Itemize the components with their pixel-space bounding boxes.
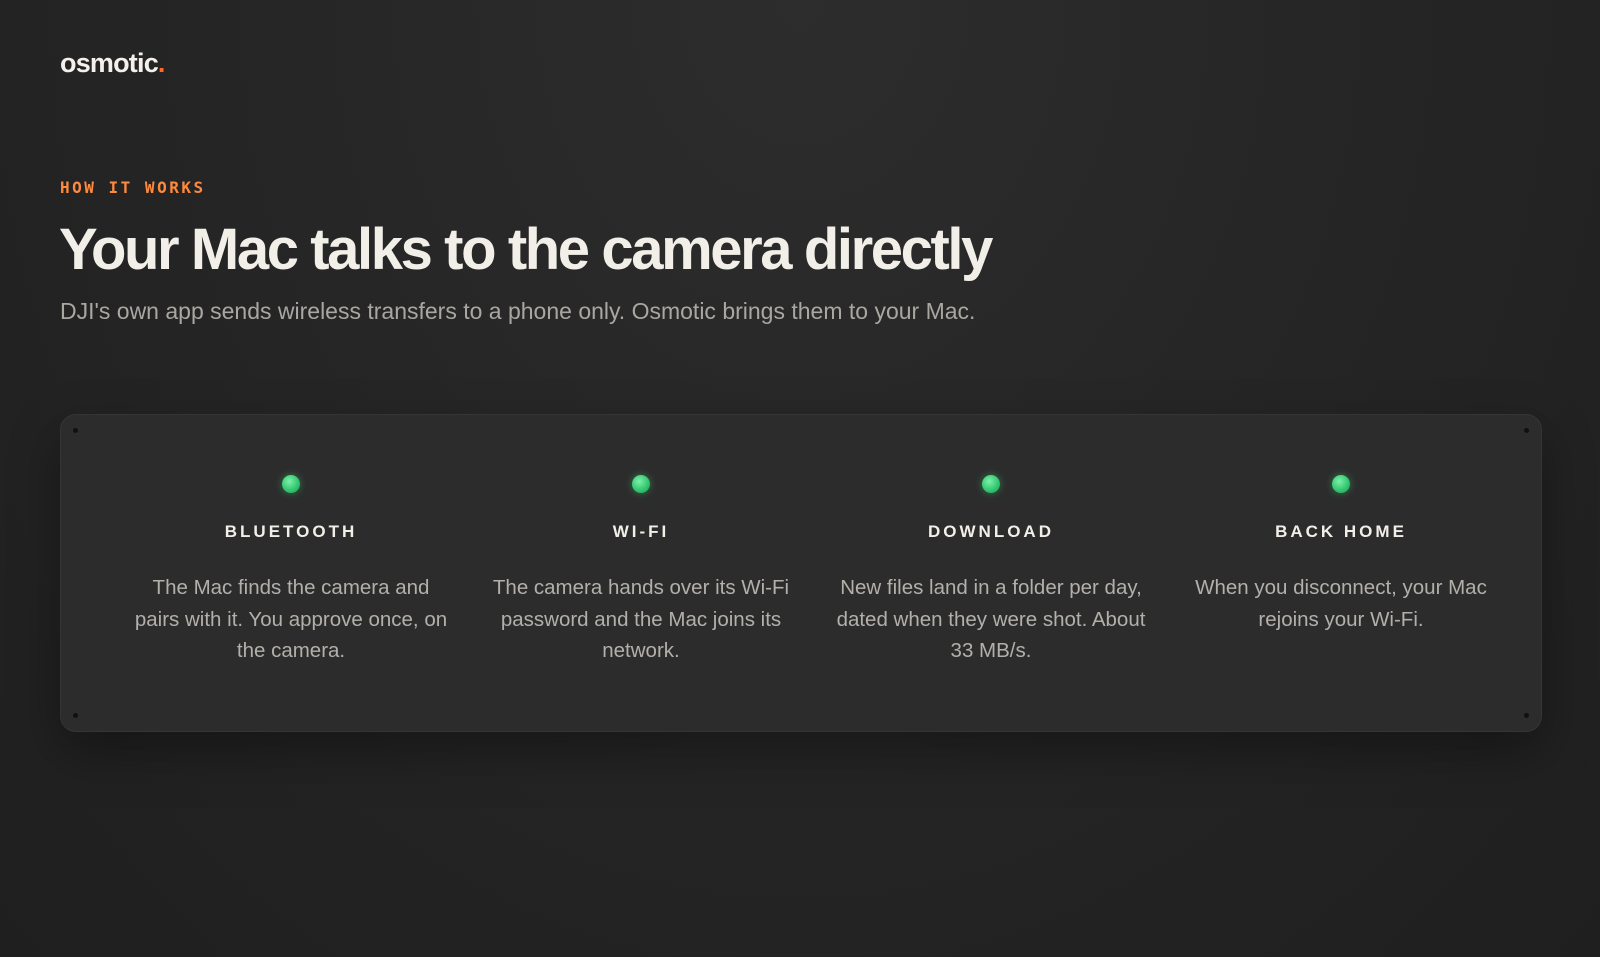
section-eyebrow: HOW IT WORKS xyxy=(60,178,206,197)
step-description: New files land in a folder per day, date… xyxy=(836,576,1146,662)
brand-dot: . xyxy=(157,48,165,78)
brand-name: osmotic xyxy=(60,48,159,78)
step-back-home: BACK HOME When you disconnect, your Mac … xyxy=(1166,475,1516,667)
corner-screw-icon xyxy=(73,428,78,433)
page-subtitle: DJI's own app sends wireless transfers t… xyxy=(60,298,976,324)
corner-screw-icon xyxy=(1524,713,1529,718)
corner-screw-icon xyxy=(1524,428,1529,433)
status-led-icon xyxy=(632,475,650,493)
how-it-works-panel: BLUETOOTH The Mac finds the camera and p… xyxy=(60,414,1542,732)
status-led-icon xyxy=(982,475,1000,493)
step-wifi: WI-FI The camera hands over its Wi-Fi pa… xyxy=(466,475,816,667)
page-title: Your Mac talks to the camera directly xyxy=(59,217,993,282)
steps-row: BLUETOOTH The Mac finds the camera and p… xyxy=(116,475,1516,667)
step-description: When you disconnect, your Mac rejoins yo… xyxy=(1195,576,1487,631)
corner-screw-icon xyxy=(73,713,78,718)
step-title: DOWNLOAD xyxy=(928,522,1054,541)
status-led-icon xyxy=(282,475,300,493)
status-led-icon xyxy=(1332,475,1350,493)
brand-logo[interactable]: osmotic. xyxy=(60,48,165,79)
step-download: DOWNLOAD New files land in a folder per … xyxy=(816,475,1166,667)
step-title: BLUETOOTH xyxy=(224,522,358,541)
step-title: WI-FI xyxy=(612,522,670,541)
step-bluetooth: BLUETOOTH The Mac finds the camera and p… xyxy=(116,475,466,667)
step-description: The camera hands over its Wi-Fi password… xyxy=(492,576,790,662)
step-title: BACK HOME xyxy=(1275,522,1407,541)
step-description: The Mac finds the camera and pairs with … xyxy=(134,576,448,662)
